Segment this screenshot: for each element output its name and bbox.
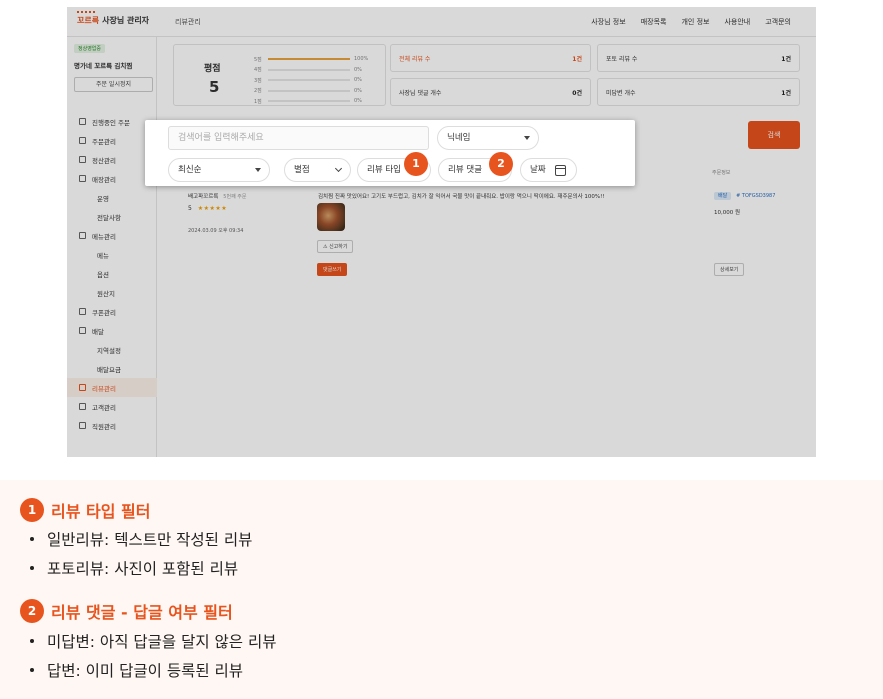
marker-2: 2 <box>489 152 513 176</box>
search-input[interactable]: 검색어를 입력해주세요 <box>168 126 429 150</box>
rating-select-label: 별점 <box>294 165 310 175</box>
legend-item: 미답변: 아직 답글을 달지 않은 리뷰 <box>30 630 277 652</box>
legend-title-1: 리뷰 타입 필터 <box>51 502 151 521</box>
calendar-icon <box>555 165 566 176</box>
legend-badge-2: 2 <box>20 599 44 623</box>
legend: 1 리뷰 타입 필터 일반리뷰: 텍스트만 작성된 리뷰 포토리뷰: 사진이 포… <box>0 480 883 699</box>
date-label: 날짜 <box>530 165 546 175</box>
caret-down-icon <box>524 136 530 140</box>
filter-bar: 검색어를 입력해주세요 닉네임 최신순 별점 리뷰 타입 1 리뷰 댓글 2 날… <box>145 120 635 186</box>
dim-overlay <box>67 7 816 457</box>
caret-down-icon <box>255 168 261 172</box>
legend-section-2-title: 2 리뷰 댓글 - 답글 여부 필터 <box>20 599 233 623</box>
sort-select[interactable]: 최신순 <box>168 158 270 182</box>
chevron-down-icon <box>334 164 343 173</box>
marker-1: 1 <box>404 152 428 176</box>
legend-item: 포토리뷰: 사진이 포함된 리뷰 <box>30 557 238 579</box>
rating-select[interactable]: 별점 <box>284 158 351 182</box>
legend-title-2: 리뷰 댓글 - 답글 여부 필터 <box>51 603 233 622</box>
review-reply-label: 리뷰 댓글 <box>448 165 482 175</box>
legend-section-1-title: 1 리뷰 타입 필터 <box>20 498 150 522</box>
admin-screenshot: 꼬르륵 사장님 관리자 리뷰관리 사장님 정보 매장목록 개인 정보 사용안내 … <box>67 7 816 457</box>
date-filter[interactable]: 날짜 <box>520 158 577 182</box>
nickname-select-label: 닉네임 <box>447 133 471 143</box>
nickname-select[interactable]: 닉네임 <box>437 126 539 150</box>
legend-badge-1: 1 <box>20 498 44 522</box>
sort-select-label: 최신순 <box>178 165 202 175</box>
legend-item: 답변: 이미 답글이 등록된 리뷰 <box>30 659 243 681</box>
review-type-label: 리뷰 타입 <box>367 165 401 175</box>
legend-item: 일반리뷰: 텍스트만 작성된 리뷰 <box>30 528 252 550</box>
